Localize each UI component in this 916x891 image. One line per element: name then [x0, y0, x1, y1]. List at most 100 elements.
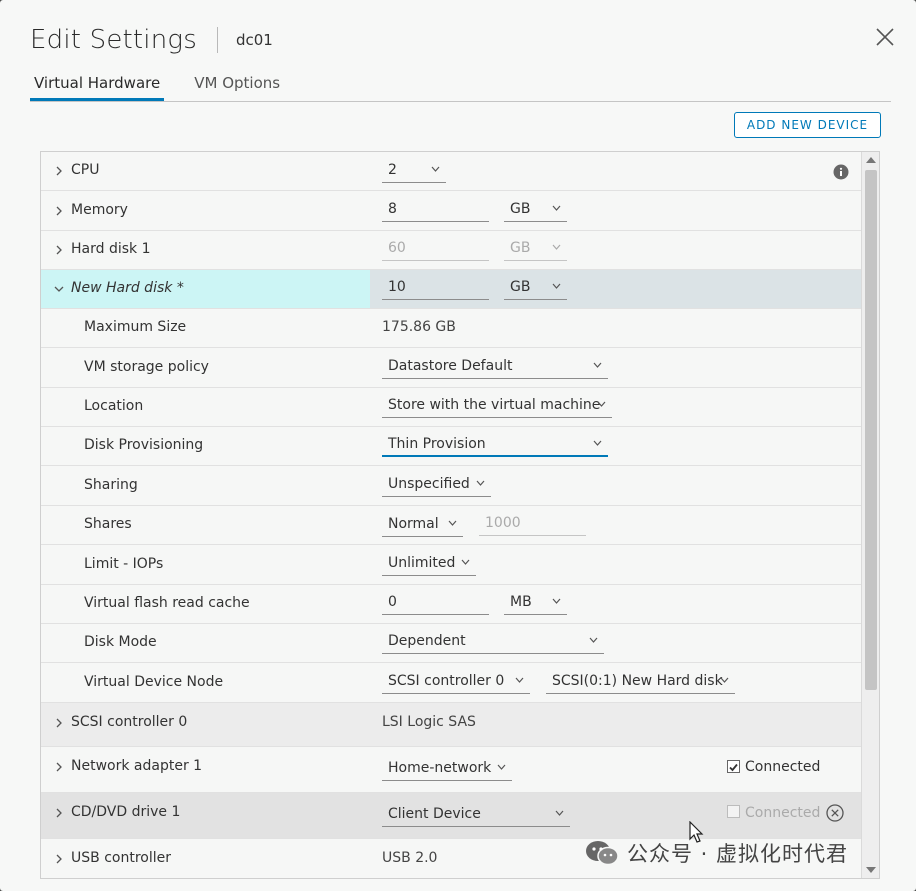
cd-dvd-value: Client Device — [388, 806, 481, 822]
shares-number: 1000 — [485, 515, 521, 531]
tab-virtual-hardware[interactable]: Virtual Hardware — [30, 70, 165, 101]
hardware-row-hard-disk-1[interactable]: Hard disk 1 60 GB — [41, 231, 862, 270]
device-node-slot: SCSI(0:1) New Hard disk — [552, 673, 723, 689]
sharing-select[interactable]: Unspecified — [382, 473, 491, 497]
chevron-down-icon — [593, 362, 602, 368]
disk-mode-select[interactable]: Dependent — [382, 630, 604, 654]
disk-provisioning-value: Thin Provision — [388, 436, 486, 452]
add-new-device-button[interactable]: ADD NEW DEVICE — [734, 112, 881, 138]
chevron-down-icon — [597, 401, 606, 407]
chevron-right-icon[interactable] — [54, 854, 64, 864]
cpu-label: CPU — [71, 162, 100, 178]
device-node-controller-select[interactable]: SCSI controller 0 — [382, 670, 530, 694]
location-value: Store with the virtual machine — [388, 397, 601, 413]
close-icon[interactable] — [874, 26, 896, 48]
limit-iops-value: Unlimited — [388, 555, 456, 571]
chevron-right-icon[interactable] — [54, 762, 64, 772]
flash-cache-input[interactable]: 0 — [382, 591, 489, 615]
tab-vm-options[interactable]: VM Options — [190, 70, 284, 101]
wechat-icon — [586, 841, 619, 866]
cd-dvd-connected-label: Connected — [745, 805, 821, 821]
memory-unit: GB — [510, 201, 531, 217]
sharing-label: Sharing — [84, 477, 138, 493]
chevron-right-icon[interactable] — [54, 245, 64, 255]
setting-row-disk-provisioning: Disk Provisioning Thin Provision — [41, 427, 862, 466]
disk-mode-label: Disk Mode — [84, 634, 157, 650]
setting-row-shares: Shares Normal 1000 — [41, 506, 862, 545]
location-select[interactable]: Store with the virtual machine — [382, 394, 612, 418]
storage-policy-value: Datastore Default — [388, 358, 513, 374]
info-icon[interactable] — [833, 164, 849, 180]
flash-cache-value: 0 — [388, 594, 397, 610]
disk-provisioning-select[interactable]: Thin Provision — [382, 433, 608, 457]
hard-disk-1-label: Hard disk 1 — [71, 241, 151, 257]
chevron-down-icon — [589, 637, 598, 643]
checkmark-icon — [729, 763, 738, 772]
dialog-title: Edit Settings — [30, 25, 197, 55]
device-node-slot-select[interactable]: SCSI(0:1) New Hard disk — [546, 670, 735, 694]
chevron-right-icon[interactable] — [54, 808, 64, 818]
edit-settings-dialog: Edit Settings dc01 Virtual Hardware VM O… — [0, 0, 916, 891]
setting-row-device-node: Virtual Device Node SCSI controller 0 SC… — [41, 663, 862, 703]
chevron-down-icon — [497, 764, 506, 770]
network-value: Home-network — [388, 760, 492, 776]
cpu-select[interactable]: 2 — [382, 159, 446, 183]
scroll-down-arrow[interactable] — [866, 867, 876, 873]
chevron-down-icon — [552, 244, 561, 250]
dialog-header: Edit Settings dc01 — [30, 20, 273, 60]
hardware-row-memory[interactable]: Memory 8 GB — [41, 191, 862, 231]
new-hard-disk-size-input[interactable]: 10 — [382, 276, 489, 300]
memory-input[interactable]: 8 — [382, 198, 489, 222]
chevron-down-icon — [461, 559, 470, 565]
chevron-down-icon[interactable] — [54, 284, 64, 294]
new-hard-disk-unit-select[interactable]: GB — [504, 276, 567, 300]
cd-dvd-connected-checkbox[interactable] — [727, 805, 740, 818]
new-hard-disk-size: 10 — [388, 279, 406, 295]
chevron-down-icon — [552, 598, 561, 604]
memory-label: Memory — [71, 202, 128, 218]
limit-iops-select[interactable]: Unlimited — [382, 552, 476, 576]
scsi-controller-label: SCSI controller 0 — [71, 714, 188, 730]
hardware-row-new-hard-disk[interactable]: New Hard disk * 10 GB — [41, 270, 862, 309]
scrollbar-thumb[interactable] — [865, 170, 877, 690]
hardware-row-cpu[interactable]: CPU 2 — [41, 152, 862, 191]
network-select[interactable]: Home-network — [382, 757, 512, 781]
device-node-label: Virtual Device Node — [84, 674, 224, 690]
storage-policy-select[interactable]: Datastore Default — [382, 355, 608, 379]
chevron-down-icon — [552, 283, 561, 289]
scroll-up-arrow[interactable] — [866, 157, 876, 163]
remove-device-icon[interactable] — [826, 804, 844, 822]
chevron-right-icon[interactable] — [54, 206, 64, 216]
hard-disk-1-unit-value: GB — [510, 240, 531, 256]
watermark: 公众号 · 虚拟化时代君 — [585, 838, 848, 868]
cd-dvd-select[interactable]: Client Device — [382, 803, 570, 827]
network-connected-label: Connected — [745, 759, 821, 775]
memory-unit-select[interactable]: GB — [504, 198, 567, 222]
flash-cache-unit-select[interactable]: MB — [504, 591, 567, 615]
usb-controller-label: USB controller — [71, 850, 171, 866]
shares-label: Shares — [84, 516, 132, 532]
shares-value: Normal — [388, 516, 439, 532]
chevron-down-icon — [720, 677, 729, 683]
shares-select[interactable]: Normal — [382, 513, 463, 537]
network-connected-checkbox[interactable] — [727, 760, 740, 773]
vertical-scrollbar[interactable] — [861, 152, 879, 878]
setting-row-limit-iops: Limit - IOPs Unlimited — [41, 545, 862, 585]
hardware-row-cd-dvd[interactable]: CD/DVD drive 1 Client Device Connected — [41, 793, 862, 839]
hardware-row-scsi-controller[interactable]: SCSI controller 0 LSI Logic SAS — [41, 703, 862, 747]
flash-cache-unit: MB — [510, 594, 532, 610]
location-label: Location — [84, 398, 144, 414]
setting-row-disk-mode: Disk Mode Dependent — [41, 624, 862, 663]
setting-row-sharing: Sharing Unspecified — [41, 466, 862, 506]
memory-value: 8 — [388, 201, 397, 217]
chevron-right-icon[interactable] — [54, 166, 64, 176]
chevron-right-icon[interactable] — [54, 718, 64, 728]
scsi-controller-value: LSI Logic SAS — [382, 714, 476, 730]
chevron-down-icon — [476, 480, 485, 486]
hardware-list: CPU 2 Memory 8 GB Hard disk 1 60 GB New … — [40, 151, 880, 879]
disk-mode-value: Dependent — [388, 633, 466, 649]
chevron-down-icon — [448, 520, 457, 526]
setting-row-max-size: Maximum Size 175.86 GB — [41, 309, 862, 348]
chevron-down-icon — [593, 440, 602, 446]
hardware-row-network-adapter[interactable]: Network adapter 1 Home-network Connected — [41, 747, 862, 793]
